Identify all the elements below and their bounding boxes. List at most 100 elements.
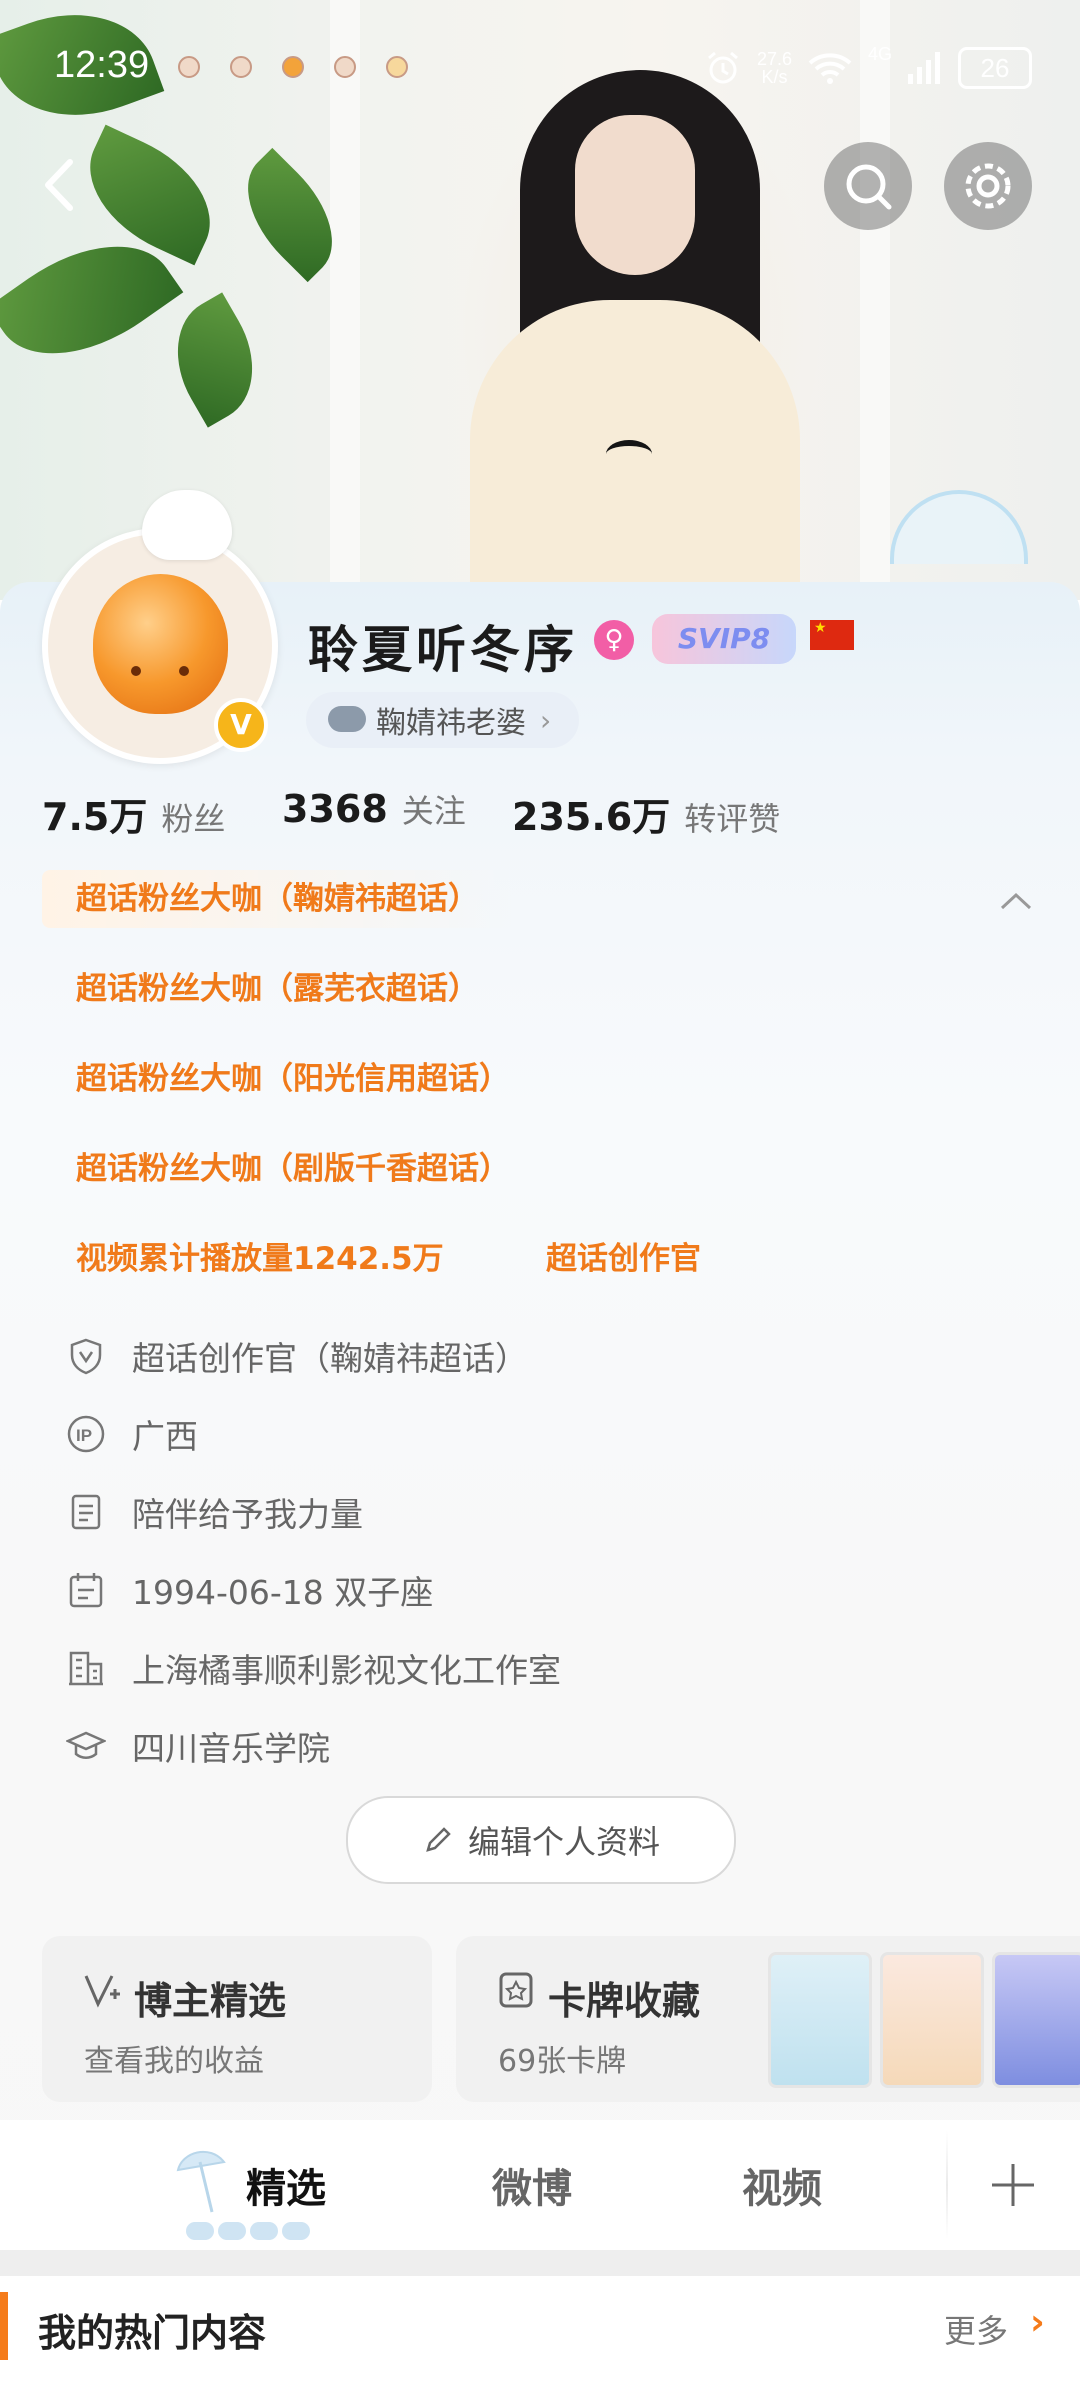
info-text: 超话创作官（鞠婧祎超话） <box>132 1339 528 1378</box>
gear-icon <box>965 163 1011 209</box>
avatar-eye <box>179 666 189 676</box>
figure-face <box>575 115 695 275</box>
leaf <box>152 292 278 428</box>
tab-featured[interactable]: 精选 <box>246 2156 326 2214</box>
tab-video[interactable]: 视频 <box>742 2156 822 2214</box>
edit-profile-button[interactable]: 编辑个人资料 <box>346 1796 736 1884</box>
more-link[interactable]: 更多 <box>944 2306 1008 2352</box>
blogger-picks-subtitle: 查看我的收益 <box>84 2044 264 2079</box>
following-count: 3368 <box>282 787 388 831</box>
info-text: 陪伴给予我力量 <box>132 1495 363 1534</box>
divider <box>946 2130 948 2240</box>
followers-label: 粉丝 <box>161 800 226 838</box>
tab-active-indicator <box>186 2222 310 2240</box>
china-flag-icon: ★ <box>810 620 854 650</box>
info-company: 上海橘事顺利影视文化工作室 <box>66 1642 561 1694</box>
fan-group-chip[interactable]: 鞠婧祎老婆 › <box>306 692 580 748</box>
calendar-icon <box>69 1573 103 1608</box>
info-school: 四川音乐学院 <box>66 1720 330 1772</box>
female-icon: ♀ <box>594 620 634 660</box>
notification-icon <box>178 56 200 78</box>
following-stat[interactable]: 3368 关注 <box>282 786 466 832</box>
info-text: 上海橘事顺利影视文化工作室 <box>132 1651 561 1690</box>
reposts-likes-count: 235.6万 <box>512 795 671 839</box>
info-creator: 超话创作官（鞠婧祎超话） <box>66 1330 528 1382</box>
video-plays-tag[interactable]: 视频累计播放量1242.5万 <box>42 1230 478 1288</box>
plus-icon[interactable] <box>988 2160 1038 2210</box>
ip-icon: IP <box>67 1415 105 1453</box>
network-type: 4G <box>867 44 892 64</box>
info-text: 广西 <box>132 1417 198 1456</box>
section-marker <box>0 2292 8 2360</box>
chevron-right-icon[interactable]: › <box>1030 2302 1045 2343</box>
blogger-picks-card[interactable]: 博主精选 查看我的收益 <box>42 1936 432 2102</box>
v-plus-icon <box>84 1975 120 2008</box>
blogger-picks-title: 博主精选 <box>134 1979 287 2023</box>
info-text: 1994-06-18 双子座 <box>132 1573 434 1612</box>
reposts-likes-stat[interactable]: 235.6万 转评赞 <box>512 786 780 841</box>
verified-badge-icon: V <box>214 698 268 752</box>
followers-count: 7.5万 <box>42 795 148 839</box>
following-label: 关注 <box>401 792 466 830</box>
umbrella-icon <box>176 2151 226 2213</box>
avatar-image <box>93 574 228 714</box>
chevron-right-icon: › <box>540 703 552 737</box>
info-ip: IP 广西 <box>66 1408 198 1460</box>
net-speed-value: 27.6 <box>756 49 792 69</box>
battery-icon: 26 <box>958 47 1032 89</box>
net-speed: 27.6 K/s <box>757 50 792 86</box>
card-collection-subtitle: 69张卡牌 <box>498 2044 627 2079</box>
fan-group-label: 鞠婧祎老婆 <box>376 706 526 741</box>
leaf <box>67 124 233 266</box>
info-bio: 陪伴给予我力量 <box>66 1486 363 1538</box>
svip-badge[interactable]: SVIP8 <box>652 614 796 664</box>
back-button[interactable] <box>30 150 90 220</box>
cloud-icon <box>328 706 366 732</box>
card-collection-title: 卡牌收藏 <box>548 1979 701 2023</box>
section-divider <box>0 2250 1080 2276</box>
edit-profile-label: 编辑个人资料 <box>467 1823 660 1861</box>
settings-button[interactable] <box>944 142 1032 230</box>
graduation-cap-icon <box>66 1731 106 1759</box>
alarm-icon <box>707 51 738 84</box>
chevron-up-icon[interactable] <box>996 886 1036 916</box>
tab-weibo[interactable]: 微博 <box>492 2156 572 2214</box>
net-speed-unit: K/s <box>761 67 788 87</box>
followers-stat[interactable]: 7.5万 粉丝 <box>42 786 225 841</box>
pencil-icon <box>426 1827 451 1852</box>
honor-tag[interactable]: 超话粉丝大咖（阳光信用超话） <box>42 1050 544 1108</box>
collectible-card-thumbnail[interactable] <box>880 1952 984 2088</box>
info-text: 四川音乐学院 <box>132 1729 330 1768</box>
status-bar: 12:39 27.6 K/s 4G 26 <box>0 40 1080 96</box>
signal-icon <box>908 52 940 84</box>
search-button[interactable] <box>824 142 912 230</box>
avatar-pendant <box>142 490 232 560</box>
hot-content-title: 我的热门内容 <box>38 2311 267 2355</box>
honor-tag[interactable]: 超话粉丝大咖（剧版千香超话） <box>42 1140 544 1198</box>
status-time: 12:39 <box>54 44 150 86</box>
wifi-icon <box>808 53 852 84</box>
honor-tag[interactable]: 超话粉丝大咖（露芜衣超话） <box>42 960 513 1018</box>
umbrella-decoration <box>890 490 1028 564</box>
notification-icon <box>386 56 408 78</box>
collectible-card-thumbnail[interactable] <box>992 1952 1080 2088</box>
notification-icon <box>334 56 356 78</box>
collectible-card-thumbnail[interactable] <box>768 1952 872 2088</box>
creator-tag[interactable]: 超话创作官 <box>512 1230 735 1288</box>
dress-bow <box>606 440 652 468</box>
reposts-likes-label: 转评赞 <box>684 800 781 838</box>
honor-tag[interactable]: 超话粉丝大咖（鞠婧祎超话） <box>42 870 513 928</box>
notification-icon <box>230 56 252 78</box>
search-icon <box>846 164 892 210</box>
document-icon <box>71 1494 101 1530</box>
notification-icon <box>282 56 304 78</box>
card-star-icon <box>499 1972 533 2008</box>
building-icon <box>69 1651 103 1686</box>
profile-card <box>0 582 1080 2388</box>
shield-v-icon <box>70 1338 102 1375</box>
svg-text:IP: IP <box>76 1426 92 1445</box>
avatar-eye <box>131 666 141 676</box>
card-collection-card[interactable]: 卡牌收藏 69张卡牌 <box>456 1936 1080 2102</box>
info-birthday: 1994-06-18 双子座 <box>66 1564 433 1616</box>
username: 聆夏听冬序 <box>308 621 578 679</box>
